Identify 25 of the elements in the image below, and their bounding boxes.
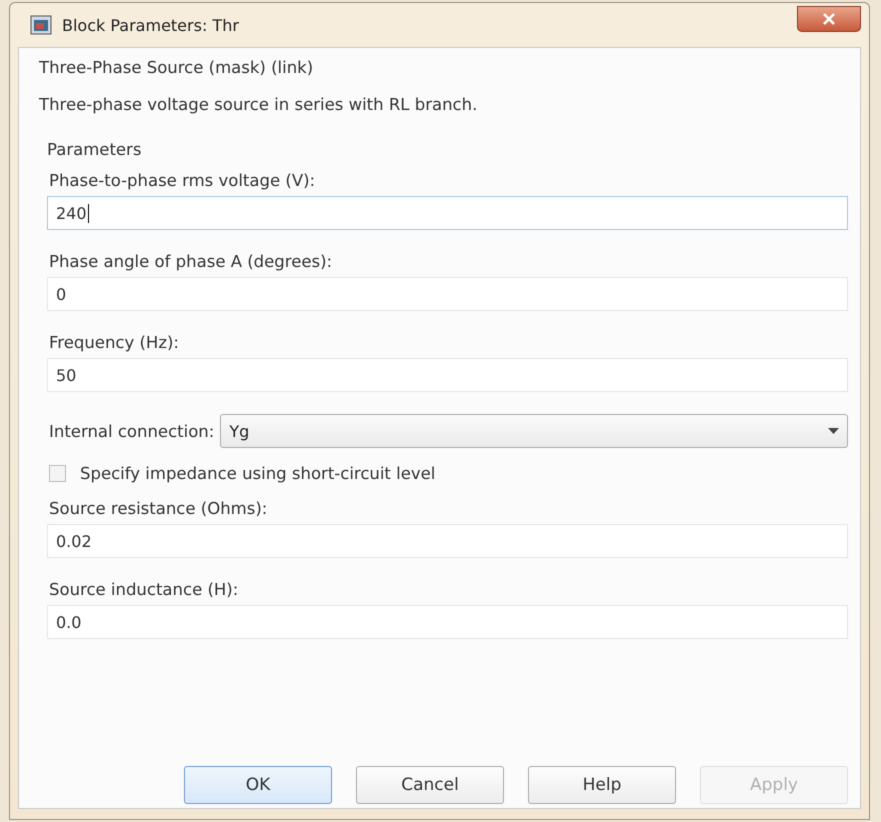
field-label: Source inductance (H): — [48, 580, 240, 599]
dialog-button[interactable]: Help — [528, 766, 676, 804]
window-title: Block Parameters: Thr — [62, 16, 240, 34]
block-description: Three-phase voltage source in series with RL branch. — [39, 95, 478, 114]
section-title: Parameters — [47, 140, 142, 159]
field-label: Phase-to-phase rms voltage (V): — [48, 171, 316, 190]
dialog-button[interactable]: OK — [184, 766, 332, 804]
app-icon — [30, 15, 52, 35]
field-label: Frequency (Hz): — [48, 333, 180, 352]
text-field[interactable]: 50 — [47, 358, 848, 392]
field-label: Source resistance (Ohms): — [48, 499, 268, 518]
dropdown[interactable]: Yg — [220, 414, 848, 448]
close-button[interactable] — [797, 6, 861, 32]
block-type: Three-Phase Source (mask) (link) — [39, 58, 314, 77]
text-field[interactable]: 0 — [47, 277, 848, 311]
field-label: Internal connection: — [48, 422, 214, 440]
text-field[interactable]: 0.0 — [47, 605, 848, 639]
field-label: Phase angle of phase A (degrees): — [48, 252, 334, 271]
text-field[interactable]: 0.02 — [47, 524, 848, 558]
close-icon — [821, 13, 837, 25]
text-field[interactable]: 240 — [47, 196, 848, 230]
checkbox-label: Specify impedance using short-circuit level — [79, 464, 436, 483]
dialog-button[interactable]: Cancel — [356, 766, 504, 804]
checkbox[interactable] — [49, 465, 66, 482]
caret-icon — [828, 428, 839, 434]
